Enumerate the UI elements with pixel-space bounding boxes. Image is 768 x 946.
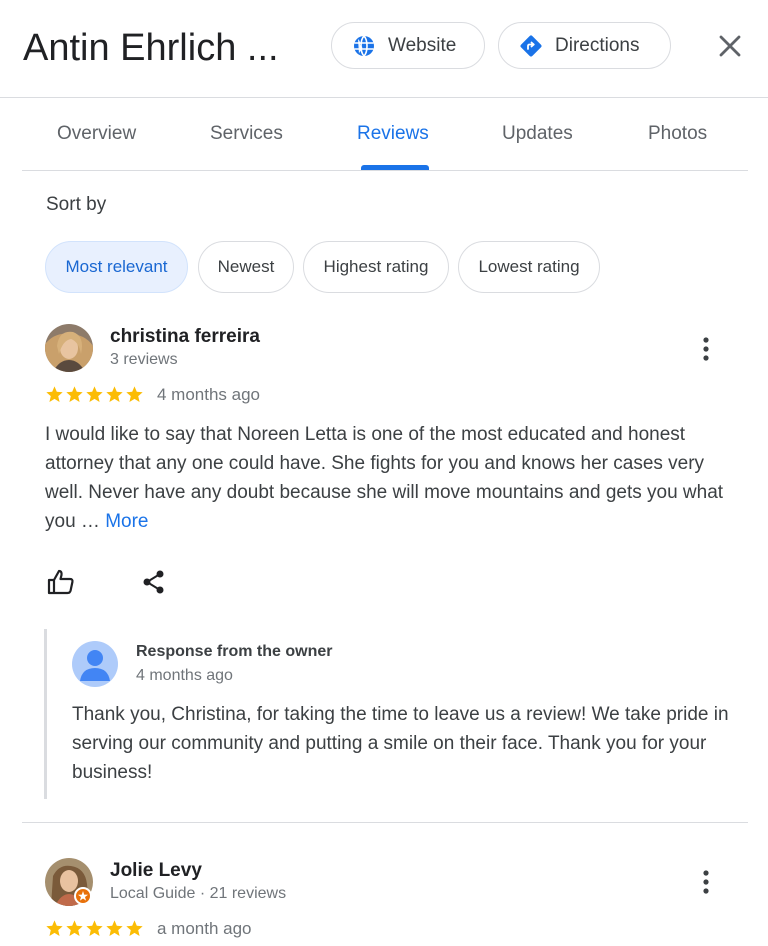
tab-services[interactable]: Services	[210, 123, 283, 145]
directions-button[interactable]: Directions	[498, 22, 671, 69]
more-link[interactable]: More	[105, 511, 148, 532]
directions-button-label: Directions	[555, 34, 640, 56]
star-icon	[86, 386, 103, 402]
star-icon	[46, 386, 63, 402]
active-tab-indicator	[361, 165, 429, 170]
reviewer-review-count: 3 reviews	[110, 351, 178, 368]
globe-icon	[352, 34, 376, 58]
thumbs-up-icon[interactable]	[46, 567, 76, 597]
sort-chip-most-relevant[interactable]: Most relevant	[45, 241, 188, 293]
review-date: 4 months ago	[157, 385, 261, 404]
star-icon	[46, 920, 63, 936]
review-date: a month ago	[157, 919, 252, 938]
star-icon	[126, 920, 143, 936]
reviewer-name[interactable]: Jolie Levy	[110, 860, 202, 882]
directions-icon	[519, 34, 543, 58]
owner-response-title: Response from the owner	[136, 643, 333, 660]
website-button-label: Website	[388, 34, 457, 56]
owner-response-text: Thank you, Christina, for taking the tim…	[72, 704, 729, 783]
more-options-icon[interactable]	[694, 334, 718, 364]
share-icon[interactable]	[139, 567, 169, 597]
local-guide-badge-icon	[74, 887, 92, 905]
star-icon	[66, 386, 83, 402]
sort-chip-newest[interactable]: Newest	[198, 241, 294, 293]
more-options-icon[interactable]	[694, 867, 718, 897]
star-icon	[66, 920, 83, 936]
star-icon	[126, 386, 143, 402]
tab-overview[interactable]: Overview	[57, 123, 136, 145]
star-rating	[45, 919, 144, 938]
review-divider	[22, 822, 748, 823]
place-header: Antin Ehrlich ... Website Directions	[0, 0, 768, 98]
star-icon	[86, 920, 103, 936]
tab-photos[interactable]: Photos	[648, 123, 707, 145]
reviewer-review-count: Local Guide · 21 reviews	[110, 885, 287, 902]
star-icon	[106, 920, 123, 936]
tab-reviews[interactable]: Reviews	[357, 123, 429, 145]
owner-avatar	[72, 641, 118, 687]
tab-bar: Overview Services Reviews Updates Photos	[22, 99, 748, 171]
close-icon[interactable]	[716, 32, 744, 60]
review-text: I would like to say that Noreen Letta is…	[45, 420, 735, 536]
sort-label: Sort by	[46, 194, 107, 215]
reviewer-name[interactable]: christina ferreira	[110, 326, 260, 348]
website-button[interactable]: Website	[331, 22, 485, 69]
owner-response-bar	[44, 629, 47, 799]
sort-chip-highest-rating[interactable]: Highest rating	[303, 241, 449, 293]
star-rating	[45, 385, 144, 404]
reviewer-avatar[interactable]	[45, 324, 93, 372]
tab-updates[interactable]: Updates	[502, 123, 573, 145]
star-icon	[106, 386, 123, 402]
sort-chip-lowest-rating[interactable]: Lowest rating	[458, 241, 600, 293]
owner-response-date: 4 months ago	[136, 667, 233, 684]
place-title: Antin Ehrlich ...	[23, 27, 279, 69]
